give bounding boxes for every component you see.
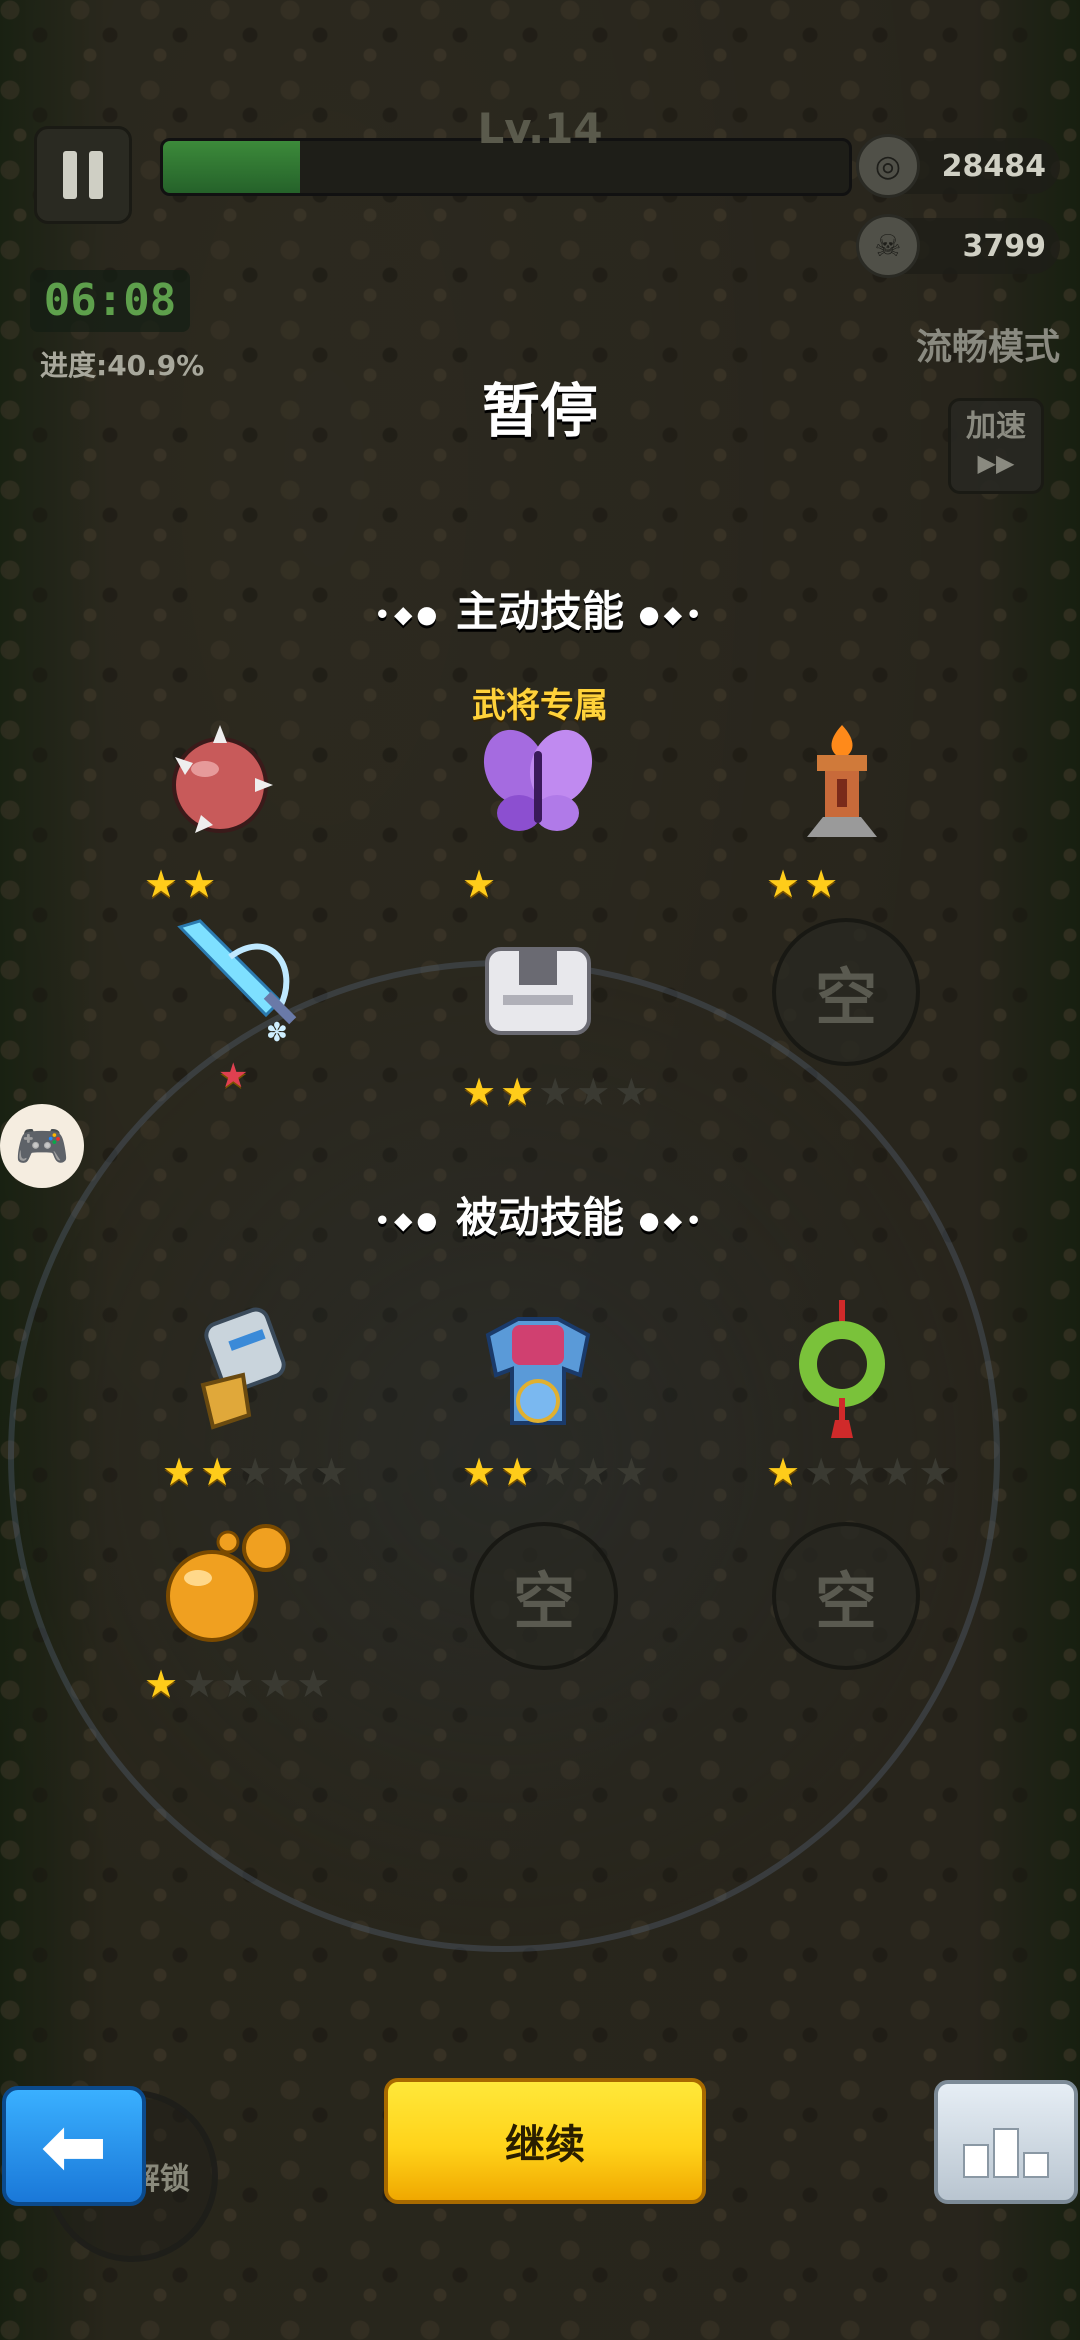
active-skill-slot-3[interactable]: ★ ★ bbox=[752, 712, 932, 922]
pause-bar-right bbox=[89, 151, 103, 199]
empty-passive-slot-1[interactable]: 空 bbox=[470, 1522, 618, 1670]
star-empty-icon: ★ bbox=[238, 1450, 273, 1494]
game-timer: 06:08 bbox=[30, 270, 190, 332]
star-empty-icon: ★ bbox=[538, 1070, 573, 1114]
divider-dots-left: •◆● bbox=[374, 600, 442, 629]
star-empty-icon: ★ bbox=[314, 1450, 349, 1494]
xp-bar-fill bbox=[163, 141, 301, 193]
divider-dots-left: •◆● bbox=[374, 1206, 442, 1235]
armor-icon bbox=[468, 1300, 608, 1440]
spiked-ball-icon bbox=[150, 712, 290, 852]
skill-stars: ★ ★ bbox=[144, 864, 216, 904]
active-skills-label: 主动技能 bbox=[455, 587, 624, 636]
star-empty-icon: ★ bbox=[804, 1450, 839, 1494]
star-empty-icon: ★ bbox=[538, 1450, 573, 1494]
back-button[interactable]: ⬅ bbox=[2, 2086, 146, 2206]
star-empty-icon: ★ bbox=[220, 1662, 255, 1706]
skill-stars: ★ bbox=[462, 864, 496, 904]
gauntlet-icon bbox=[168, 1300, 308, 1440]
star-empty-icon: ★ bbox=[842, 1450, 877, 1494]
star-empty-icon: ★ bbox=[880, 1450, 915, 1494]
star-empty-icon: ★ bbox=[918, 1450, 953, 1494]
kill-count: 3799 bbox=[962, 228, 1047, 264]
coin-counter: ◎ 28484 bbox=[856, 134, 1060, 198]
passive-skills-heading: •◆● 被动技能 ●◆• bbox=[0, 1184, 1080, 1245]
skill-stars: ★ ★ ★ ★ ★ bbox=[766, 1452, 952, 1492]
star-filled-icon: ★ bbox=[766, 862, 801, 906]
star-empty-icon: ★ bbox=[276, 1450, 311, 1494]
star-filled-icon: ★ bbox=[766, 1450, 801, 1494]
star-empty-icon: ★ bbox=[182, 1662, 217, 1706]
podium-icon-center bbox=[993, 2128, 1019, 2178]
star-empty-icon: ★ bbox=[576, 1070, 611, 1114]
skill-stars: ★ ★ ★ ★ ★ bbox=[144, 1664, 330, 1704]
star-empty-icon: ★ bbox=[614, 1070, 649, 1114]
star-empty-icon: ★ bbox=[614, 1450, 649, 1494]
podium-icon-right bbox=[1023, 2152, 1049, 2178]
divider-dots-right: ●◆• bbox=[638, 1206, 706, 1235]
star-empty-icon: ★ bbox=[576, 1450, 611, 1494]
star-filled-icon: ★ bbox=[804, 862, 839, 906]
svg-text:✽: ✽ bbox=[266, 1018, 288, 1047]
passive-skill-slot-4[interactable]: ★ ★ ★ ★ ★ bbox=[130, 1512, 330, 1722]
star-filled-icon: ★ bbox=[500, 1070, 535, 1114]
divider-dots-right: ●◆• bbox=[638, 600, 706, 629]
ranking-button[interactable] bbox=[934, 2080, 1078, 2204]
podium-icon-left bbox=[963, 2144, 989, 2178]
orange-orbs-icon bbox=[150, 1512, 290, 1652]
skill-stars: ★ ★ ★ ★ ★ bbox=[462, 1072, 648, 1112]
star-filled-icon: ★ bbox=[462, 862, 497, 906]
star-filled-icon: ★ bbox=[162, 1450, 197, 1494]
star-filled-icon: ★ bbox=[200, 1450, 235, 1494]
skill-stars: ★ ★ ★ ★ ★ bbox=[162, 1452, 348, 1492]
red-star-marker: ★ bbox=[218, 1056, 249, 1096]
fast-forward-icon: ▶▶ bbox=[977, 449, 1015, 477]
skill-stars: ★ ★ ★ ★ ★ bbox=[462, 1452, 648, 1492]
purple-butterfly-icon bbox=[468, 712, 608, 852]
star-filled-icon: ★ bbox=[144, 862, 179, 906]
active-skill-slot-5[interactable]: ★ ★ ★ ★ ★ bbox=[448, 920, 648, 1130]
active-skill-slot-1[interactable]: ★ ★ bbox=[130, 712, 310, 922]
gamepad-icon[interactable]: 🎮 bbox=[0, 1104, 84, 1188]
pause-bar-left bbox=[63, 151, 77, 199]
star-filled-icon: ★ bbox=[462, 1070, 497, 1114]
pause-title: 暂停 bbox=[481, 377, 598, 445]
passive-skills-label: 被动技能 bbox=[455, 1193, 624, 1242]
ice-sword-icon: ✽ bbox=[170, 912, 310, 1052]
smooth-mode-toggle[interactable]: 流畅模式 bbox=[916, 318, 1060, 370]
level-label: Lv.14 bbox=[477, 104, 603, 153]
skull-icon: ☠ bbox=[856, 214, 920, 278]
star-empty-icon: ★ bbox=[258, 1662, 293, 1706]
continue-button[interactable]: 继续 bbox=[384, 2078, 706, 2204]
jade-pendant-icon bbox=[772, 1300, 912, 1440]
active-skills-heading: •◆● 主动技能 ●◆• bbox=[0, 578, 1080, 639]
passive-skill-slot-1[interactable]: ★ ★ ★ ★ ★ bbox=[148, 1300, 348, 1510]
pause-button[interactable] bbox=[34, 126, 132, 224]
star-filled-icon: ★ bbox=[182, 862, 217, 906]
star-filled-icon: ★ bbox=[462, 1450, 497, 1494]
kill-counter: ☠ 3799 bbox=[856, 214, 1060, 278]
passive-skill-slot-3[interactable]: ★ ★ ★ ★ ★ bbox=[752, 1300, 952, 1510]
coin-icon: ◎ bbox=[856, 134, 920, 198]
active-skill-slot-2[interactable]: ★ bbox=[448, 712, 628, 922]
anvil-icon bbox=[468, 920, 608, 1060]
fire-tower-icon bbox=[772, 712, 912, 852]
empty-passive-slot-2[interactable]: 空 bbox=[772, 1522, 920, 1670]
skill-stars: ★ ★ bbox=[766, 864, 838, 904]
star-empty-icon: ★ bbox=[296, 1662, 331, 1706]
star-filled-icon: ★ bbox=[500, 1450, 535, 1494]
empty-active-slot[interactable]: 空 bbox=[772, 918, 920, 1066]
coin-count: 28484 bbox=[941, 148, 1046, 184]
passive-skill-slot-2[interactable]: ★ ★ ★ ★ ★ bbox=[448, 1300, 648, 1510]
star-filled-icon: ★ bbox=[144, 1662, 179, 1706]
back-arrow-icon: ⬅ bbox=[40, 2099, 108, 2193]
